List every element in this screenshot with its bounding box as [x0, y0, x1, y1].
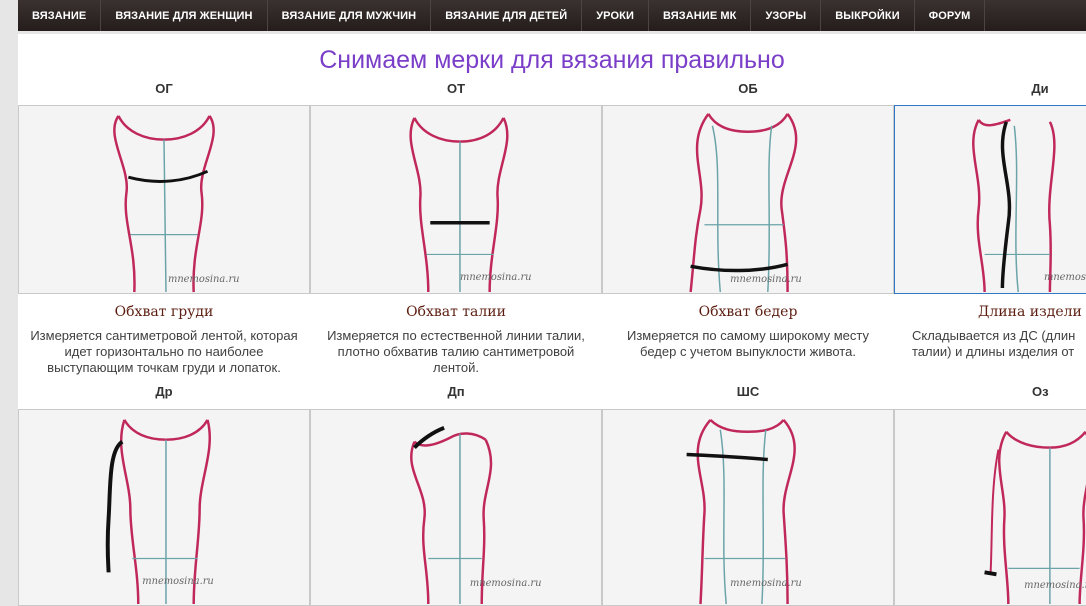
nav-item-mk[interactable]: ВЯЗАНИЕ МК: [649, 0, 752, 31]
svg-text:mnemosina.ru: mnemosina.ru: [470, 578, 542, 589]
page-title: Снимаем мерки для вязания правильно: [319, 46, 785, 74]
torso-figure: mnemosina.ru: [410, 425, 542, 605]
torso-figure: mnemosina.ru: [686, 418, 802, 605]
nav-item-women[interactable]: ВЯЗАНИЕ ДЛЯ ЖЕНЩИН: [101, 0, 268, 31]
measure-title: Обхват талии: [406, 304, 506, 320]
measure-description: Измеряется по самому широкому месту беде…: [626, 328, 869, 359]
measure-description: Измеряется сантиметровой лентой, которая…: [30, 328, 298, 375]
measure-code: Оз: [1032, 384, 1049, 399]
measure-code: ШС: [736, 384, 760, 399]
measure-code: Ди: [1031, 81, 1049, 96]
svg-text:mnemosina.ru: mnemosina.ru: [460, 272, 532, 283]
nav-item-lessons[interactable]: УРОКИ: [582, 0, 649, 31]
measure-image-length[interactable]: mnemosina.ru: [894, 105, 1086, 294]
measure-image-wrist[interactable]: mnemosina.ru: [894, 409, 1086, 606]
measure-image-waist[interactable]: mnemosina.ru: [310, 105, 602, 294]
measure-image-sleeve[interactable]: mnemosina.ru: [18, 409, 310, 606]
torso-figure: mnemosina.ru: [105, 419, 214, 605]
torso-figure: mnemosina.ru: [409, 117, 532, 293]
measure-description: Измеряется по естественной линии талии, …: [327, 328, 585, 375]
svg-text:mnemosina.ru: mnemosina.ru: [1044, 272, 1086, 283]
measure-image-chest[interactable]: mnemosina.ru: [18, 105, 310, 294]
measure-code: Др: [155, 384, 173, 399]
svg-text:mnemosina.ru: mnemosina.ru: [730, 578, 802, 589]
nav-item-cutouts[interactable]: ВЫКРОЙКИ: [821, 0, 915, 31]
measure-description: Складывается из ДС (длин талии) и длины …: [912, 328, 1076, 359]
measure-code: Дп: [447, 384, 465, 399]
nav-item-knitting[interactable]: ВЯЗАНИЕ: [18, 0, 102, 31]
nav-item-forum[interactable]: ФОРУМ: [915, 0, 986, 31]
torso-figure: mnemosina.ru: [689, 113, 802, 293]
measure-code: ОБ: [738, 81, 758, 96]
svg-text:mnemosina.ru: mnemosina.ru: [142, 576, 214, 587]
svg-text:mnemosina.ru: mnemosina.ru: [1024, 580, 1086, 591]
main-navigation: ВЯЗАНИЕ ВЯЗАНИЕ ДЛЯ ЖЕНЩИН ВЯЗАНИЕ ДЛЯ М…: [18, 0, 1086, 31]
torso-figure: mnemosina.ru: [984, 430, 1086, 605]
measure-image-shoulder[interactable]: mnemosina.ru: [310, 409, 602, 606]
measure-code: ОТ: [446, 81, 466, 96]
torso-figure: mnemosina.ru: [113, 115, 240, 293]
measure-image-back-width[interactable]: mnemosina.ru: [602, 409, 894, 606]
measure-code: ОГ: [155, 81, 173, 96]
torso-figure: mnemosina.ru: [972, 118, 1086, 293]
nav-item-children[interactable]: ВЯЗАНИЕ ДЛЯ ДЕТЕЙ: [431, 0, 583, 31]
nav-item-men[interactable]: ВЯЗАНИЕ ДЛЯ МУЖЧИН: [268, 0, 432, 31]
measure-title: Обхват груди: [114, 304, 214, 320]
measure-title: Длина издели: [978, 304, 1082, 320]
measure-image-hips[interactable]: mnemosina.ru: [602, 105, 894, 294]
svg-text:mnemosina.ru: mnemosina.ru: [168, 274, 240, 285]
nav-item-patterns[interactable]: УЗОРЫ: [751, 0, 822, 31]
svg-text:mnemosina.ru: mnemosina.ru: [730, 274, 802, 285]
measure-title: Обхват бедер: [698, 304, 798, 320]
article-content: Снимаем мерки для вязания правильно ОГ m…: [18, 34, 1086, 606]
